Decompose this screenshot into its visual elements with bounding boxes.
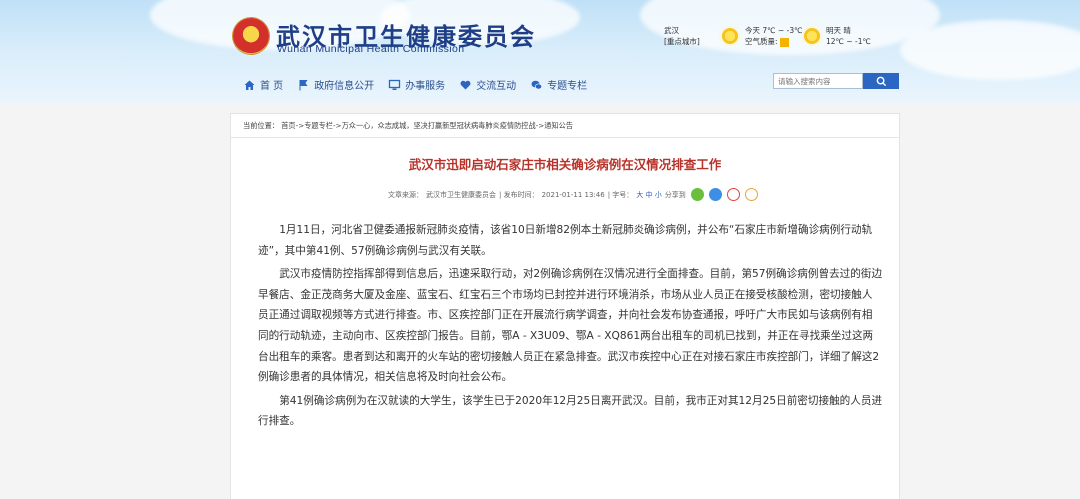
meta-source: 武汉市卫生健康委员会 bbox=[426, 190, 496, 199]
national-emblem-logo[interactable] bbox=[233, 18, 269, 54]
weather-today: 今天 7℃ ~ -3℃ 空气质量: bbox=[745, 25, 803, 47]
weather-city: 武汉 [重点城市] bbox=[664, 25, 700, 47]
air-quality-label: 空气质量: bbox=[745, 37, 778, 46]
sun-icon bbox=[722, 28, 738, 44]
home-icon bbox=[244, 80, 255, 90]
weather-today-temp: 今天 7℃ ~ -3℃ bbox=[745, 26, 803, 35]
qq-share-icon[interactable] bbox=[708, 188, 722, 201]
article-meta: 文章来源： 武汉市卫生健康委员会 | 发布时间： 2021-01-11 13:4… bbox=[388, 188, 758, 201]
weibo-share-icon[interactable] bbox=[726, 188, 740, 201]
weather-tomorrow-temp: 12℃ ~ -1℃ bbox=[826, 37, 871, 46]
article-paragraph: 武汉市疫情防控指挥部得到信息后，迅速采取行动，对2例确诊病例在汉情况进行全面排查… bbox=[258, 268, 883, 384]
article-paragraph: 第41例确诊病例为在汉就读的大学生，该学生已于2020年12月25日离开武汉。目… bbox=[258, 394, 883, 428]
divider bbox=[231, 137, 899, 138]
monitor-icon bbox=[389, 79, 401, 90]
nav-gov-info-label: 政府信息公开 bbox=[314, 81, 375, 92]
nav-interaction[interactable]: 交流互动 bbox=[459, 77, 516, 92]
main-nav: 首 页 政府信息公开 办事服务 交流互动 专题专栏 bbox=[243, 77, 601, 92]
meta-date-label: | 发布时间： bbox=[499, 190, 539, 199]
search-input[interactable] bbox=[773, 73, 863, 89]
weather-tomorrow-label: 明天 晴 bbox=[826, 26, 851, 35]
weather-tomorrow: 明天 晴 12℃ ~ -1℃ bbox=[826, 25, 871, 47]
nav-home-label: 首 页 bbox=[260, 81, 284, 92]
nav-services[interactable]: 办事服务 bbox=[388, 77, 445, 92]
share-label: 分享到 bbox=[664, 190, 686, 199]
weather-city-note: [重点城市] bbox=[664, 37, 700, 46]
chat-icon bbox=[531, 80, 543, 89]
font-size-switcher[interactable]: 大 中 小 bbox=[636, 190, 661, 200]
nav-topics-label: 专题专栏 bbox=[547, 81, 588, 92]
nav-topics[interactable]: 专题专栏 bbox=[530, 77, 587, 92]
flag-icon bbox=[299, 79, 308, 90]
wechat-share-icon[interactable] bbox=[690, 188, 704, 201]
site-subtitle: Wuhan Municipal Health Commission bbox=[277, 43, 465, 55]
search-icon bbox=[876, 76, 886, 86]
search-button[interactable] bbox=[863, 73, 899, 89]
nav-interaction-label: 交流互动 bbox=[476, 81, 517, 92]
meta-source-label: 文章来源： bbox=[388, 190, 423, 199]
heart-icon bbox=[460, 80, 471, 89]
nav-gov-info[interactable]: 政府信息公开 bbox=[297, 77, 374, 92]
meta-font-label: | 字号： bbox=[607, 190, 634, 199]
sun-icon bbox=[804, 28, 820, 44]
favorite-share-icon[interactable] bbox=[744, 188, 758, 201]
cloud-decoration bbox=[900, 20, 1080, 80]
nav-services-label: 办事服务 bbox=[405, 81, 446, 92]
weather-city-name: 武汉 bbox=[664, 26, 679, 35]
article-title: 武汉市迅即启动石家庄市相关确诊病例在汉情况排查工作 bbox=[408, 157, 722, 172]
article-panel: 当前位置： 首页->专题专栏->万众一心，众志成城，坚决打赢新型冠状病毒肺炎疫情… bbox=[230, 113, 900, 499]
breadcrumb[interactable]: 当前位置： 首页->专题专栏->万众一心，众志成城，坚决打赢新型冠状病毒肺炎疫情… bbox=[243, 121, 573, 131]
article-body: 1月11日，河北省卫健委通报新冠肺炎疫情，该省10日新增82例本土新冠肺炎确诊病… bbox=[258, 220, 883, 435]
meta-date: 2021-01-11 13:46 bbox=[541, 190, 605, 199]
article-paragraph: 1月11日，河北省卫健委通报新冠肺炎疫情，该省10日新增82例本土新冠肺炎确诊病… bbox=[258, 224, 873, 257]
nav-home[interactable]: 首 页 bbox=[243, 77, 283, 92]
site-header: 武汉市卫生健康委员会 Wuhan Municipal Health Commis… bbox=[0, 0, 1080, 103]
air-quality-indicator bbox=[779, 37, 789, 47]
